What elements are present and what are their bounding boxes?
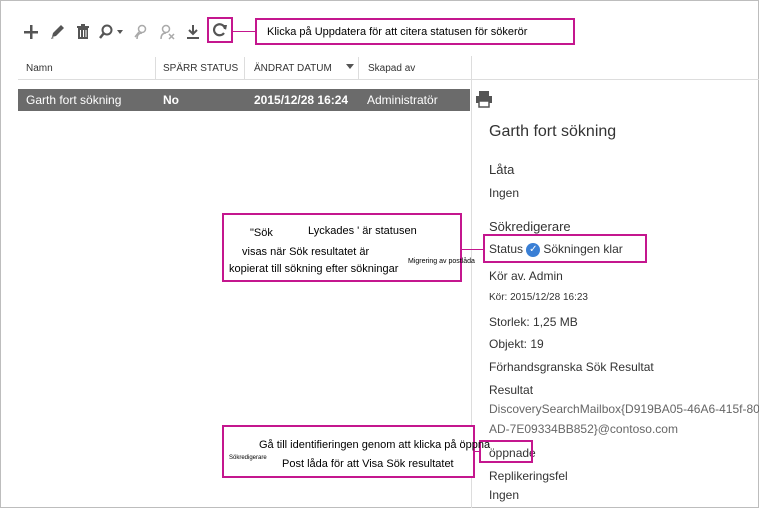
callout-text: visas när Sök resultatet är — [242, 246, 370, 258]
refresh-button[interactable] — [207, 17, 233, 43]
cell-date: 2015/12/28 16:24 — [254, 93, 349, 107]
detail-size: Storlek: 1,25 MB — [489, 315, 578, 329]
pencil-icon[interactable] — [44, 20, 70, 44]
cell-name: Garth fort sökning — [26, 93, 122, 107]
detail-run-by: Kör av. Admin — [489, 269, 563, 283]
print-icon[interactable] — [475, 90, 493, 113]
plus-icon[interactable] — [18, 20, 44, 44]
trash-icon[interactable] — [70, 20, 96, 44]
col-name[interactable]: Namn — [26, 63, 53, 74]
header-divider — [18, 79, 759, 80]
table-row[interactable]: Garth fort sökning No 2015/12/28 16:24 A… — [18, 89, 470, 111]
callout-open: Gå till identifieringen genom att klicka… — [222, 425, 490, 478]
download-icon[interactable] — [180, 20, 206, 44]
detail-result-mailbox-2: AD-7E09334BB852}@contoso.com — [489, 422, 678, 436]
sort-down-icon[interactable] — [345, 61, 355, 74]
detail-replication-label: Replikeringsfel — [489, 469, 568, 483]
callout-connector — [462, 249, 483, 250]
detail-result-label: Resultat — [489, 383, 534, 397]
detail-items: Objekt: 19 — [489, 337, 544, 351]
detail-lata-value: Ingen — [489, 186, 520, 200]
detail-result-mailbox: DiscoverySearchMailbox{D919BA05-46A6-415… — [489, 402, 759, 416]
callout-refresh: Klicka på Uppdatera för att citera statu… — [255, 18, 575, 45]
detail-section-heading: Sökredigerare — [489, 219, 571, 234]
col-modified-date[interactable]: ÄNDRAT DATUM — [254, 63, 332, 74]
toolbar — [18, 20, 206, 44]
col-hold-status[interactable]: SPÄRR STATUS — [163, 63, 238, 74]
search-dropdown-icon[interactable] — [96, 20, 128, 44]
callout-text: "Sök — [250, 227, 273, 239]
callout-text: Post låda för att Visa Sök resultatet — [282, 458, 454, 470]
callout-text: Lyckades ' är statusen — [308, 225, 417, 237]
detail-lata-label: Låta — [489, 162, 515, 177]
status-highlight — [483, 234, 647, 263]
detail-title: Garth fort sökning — [489, 123, 617, 140]
cell-creator: Administratör — [367, 93, 438, 107]
callout-text: Gå till identifieringen genom att klicka… — [259, 439, 491, 451]
callout-connector — [233, 31, 255, 32]
callout-small-text: Sökredigerare — [229, 455, 267, 461]
detail-run-at: Kör: 2015/12/28 16:23 — [489, 292, 588, 303]
person-search-icon[interactable] — [128, 20, 154, 44]
callout-connector — [475, 451, 480, 452]
callout-status: "Sök Lyckades ' är statusen visas när Sö… — [222, 213, 462, 282]
detail-replication-value: Ingen — [489, 488, 520, 502]
refresh-icon — [212, 22, 228, 43]
person-remove-icon[interactable] — [154, 20, 180, 44]
cell-hold: No — [163, 93, 179, 107]
callout-text: kopierat till sökning efter sökningar — [229, 263, 399, 275]
callout-tail-text: Migrering av postlåda — [408, 258, 475, 265]
table-header: Namn SPÄRR STATUS ÄNDRAT DATUM Skapad av — [18, 57, 470, 80]
preview-results-link[interactable]: Förhandsgranska Sök Resultat — [489, 360, 654, 374]
callout-text: Klicka på Uppdatera för att citera statu… — [267, 26, 528, 38]
col-created-by[interactable]: Skapad av — [368, 63, 415, 74]
